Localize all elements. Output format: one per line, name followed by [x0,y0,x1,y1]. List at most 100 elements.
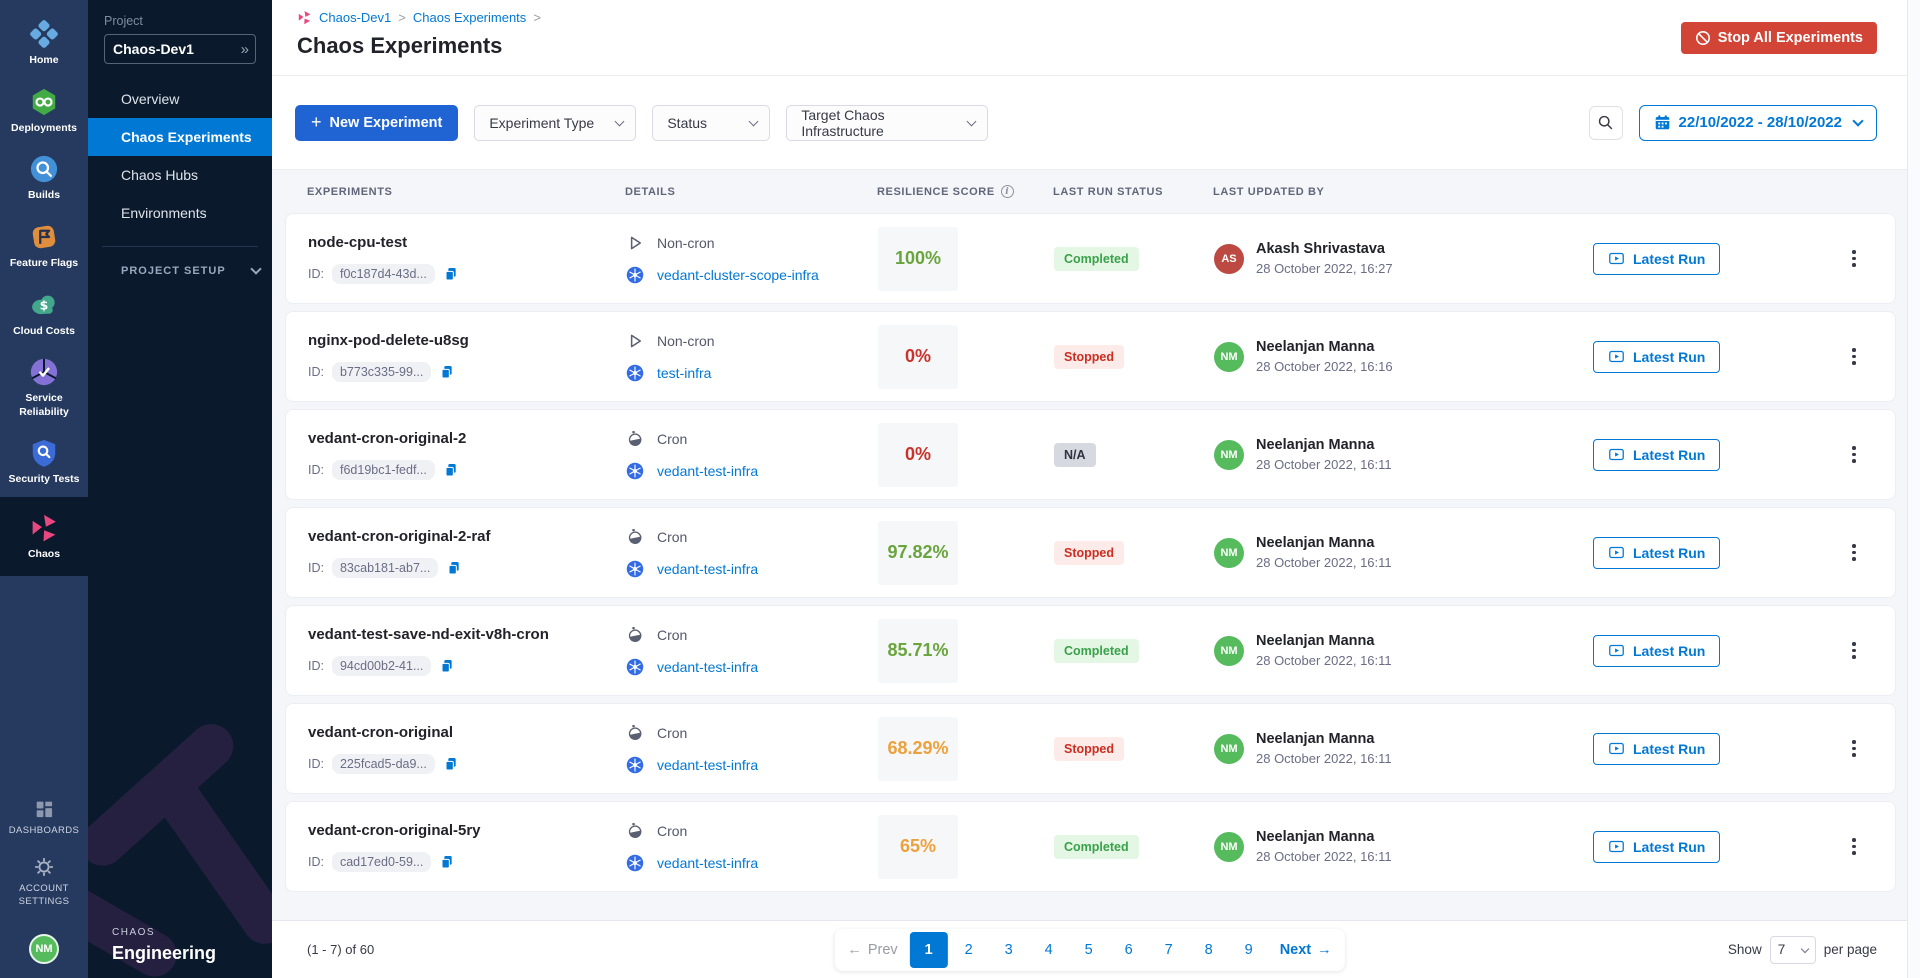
infrastructure: test-infra [626,364,878,382]
latest-run-button[interactable]: Latest Run [1593,243,1720,275]
page-button-2[interactable]: 2 [950,932,988,968]
status-filter[interactable]: Status [652,105,770,141]
schedule-icon [626,430,644,448]
updated-by-cell: NM Neelanjan Manna 28 October 2022, 16:1… [1214,437,1593,472]
copy-icon[interactable] [439,854,455,870]
stop-all-experiments-button[interactable]: Stop All Experiments [1681,22,1877,54]
updated-by-cell: NM Neelanjan Manna 28 October 2022, 16:1… [1214,731,1593,766]
schedule-label: Cron [657,823,687,839]
dashboards-icon [33,798,55,820]
infrastructure-link[interactable]: vedant-test-infra [657,757,758,773]
latest-run-button[interactable]: Latest Run [1593,831,1720,863]
breadcrumb-project[interactable]: Chaos-Dev1 [319,10,391,25]
user-name: Neelanjan Manna [1256,829,1392,845]
page-button-1[interactable]: 1 [910,932,948,968]
latest-run-button[interactable]: Latest Run [1593,635,1720,667]
action-cell: Latest Run [1593,243,1841,275]
column-resilience-score: RESILIENCE SCORE i [877,185,1053,198]
user-avatar[interactable]: NM [29,934,59,964]
kebab-menu[interactable] [1841,638,1867,664]
experiment-type-filter[interactable]: Experiment Type [474,105,636,141]
status-cell: Completed [1054,838,1214,856]
page-button-7[interactable]: 7 [1150,932,1188,968]
kebab-menu[interactable] [1841,834,1867,860]
scrollbar[interactable] [1907,0,1920,978]
infrastructure-link[interactable]: vedant-test-infra [657,561,758,577]
kubernetes-icon [626,560,644,578]
kebab-menu[interactable] [1841,344,1867,370]
experiment-cell: vedant-cron-original-2-raf ID: 83cab181-… [308,528,626,578]
kebab-menu[interactable] [1841,246,1867,272]
status-cell: Stopped [1054,740,1214,758]
status-badge: Completed [1054,639,1139,663]
copy-icon[interactable] [443,266,459,282]
copy-icon[interactable] [443,756,459,772]
nav-item-chaos-hubs[interactable]: Chaos Hubs [88,156,272,194]
sidebar-item-home[interactable]: Home [0,10,88,78]
experiment-cell: vedant-test-save-nd-exit-v8h-cron ID: 94… [308,626,626,676]
infrastructure-link[interactable]: vedant-test-infra [657,463,758,479]
experiment-name[interactable]: vedant-cron-original-2-raf [308,528,626,545]
sidebar-item-service-reliability[interactable]: Service Reliability [0,348,88,429]
kebab-menu[interactable] [1841,736,1867,762]
sidebar-item-cloud-costs[interactable]: $ Cloud Costs [0,281,88,349]
sidebar-item-feature-flags[interactable]: Feature Flags [0,213,88,281]
project-selector[interactable]: Chaos-Dev1 » [104,34,256,64]
experiment-name[interactable]: vedant-cron-original-2 [308,430,626,447]
latest-run-button[interactable]: Latest Run [1593,439,1720,471]
chevron-down-icon [250,263,261,274]
copy-icon[interactable] [446,560,462,576]
nav-item-chaos-experiments[interactable]: Chaos Experiments [88,118,272,156]
experiment-name[interactable]: node-cpu-test [308,234,626,251]
info-icon[interactable]: i [1001,185,1014,198]
page-size-select[interactable]: 7 [1770,936,1816,964]
sidebar-item-account-settings[interactable]: ACCOUNT SETTINGS [0,847,88,918]
nav-item-overview[interactable]: Overview [88,80,272,118]
sidebar-item-chaos[interactable]: Chaos [0,497,88,576]
sidebar-item-dashboards[interactable]: DASHBOARDS [0,789,88,847]
menu-cell [1841,442,1895,468]
page-button-4[interactable]: 4 [1030,932,1068,968]
project-setup-toggle[interactable]: PROJECT SETUP [88,247,272,277]
latest-run-button[interactable]: Latest Run [1593,537,1720,569]
latest-run-button[interactable]: Latest Run [1593,733,1720,765]
kebab-menu[interactable] [1841,442,1867,468]
new-experiment-button[interactable]: + New Experiment [295,105,458,141]
kebab-menu[interactable] [1841,540,1867,566]
infrastructure-link[interactable]: vedant-test-infra [657,659,758,675]
infrastructure-link[interactable]: vedant-cluster-scope-infra [657,267,819,283]
infrastructure-link[interactable]: vedant-test-infra [657,855,758,871]
page-button-6[interactable]: 6 [1110,932,1148,968]
page-button-5[interactable]: 5 [1070,932,1108,968]
experiment-name[interactable]: nginx-pod-delete-u8sg [308,332,626,349]
column-details: DETAILS [625,186,877,198]
prev-page-button[interactable]: ← Prev [837,932,907,968]
id-label: ID: [308,267,324,281]
copy-icon[interactable] [443,462,459,478]
updated-timestamp: 28 October 2022, 16:11 [1256,457,1392,472]
breadcrumb-chaos-experiments[interactable]: Chaos Experiments [413,10,526,25]
sidebar-bottom-section: DASHBOARDS ACCOUNT SETTINGS NM [0,789,88,978]
experiment-name[interactable]: vedant-test-save-nd-exit-v8h-cron [308,626,626,643]
page-button-8[interactable]: 8 [1190,932,1228,968]
schedule-type: Non-cron [626,234,878,252]
sidebar-item-deployments[interactable]: Deployments [0,78,88,146]
status-badge: N/A [1054,443,1096,467]
sidebar-item-builds[interactable]: Builds [0,145,88,213]
page-button-3[interactable]: 3 [990,932,1028,968]
infrastructure-link[interactable]: test-infra [657,365,711,381]
cloud-costs-icon: $ [29,290,59,320]
page-button-9[interactable]: 9 [1230,932,1268,968]
date-range-picker[interactable]: 22/10/2022 - 28/10/2022 [1639,105,1877,141]
avatar: NM [1214,538,1244,568]
target-infrastructure-filter[interactable]: Target Chaos Infrastructure [786,105,988,141]
copy-icon[interactable] [439,658,455,674]
sidebar-item-security-tests[interactable]: Security Tests [0,429,88,497]
experiment-name[interactable]: vedant-cron-original [308,724,626,741]
nav-item-environments[interactable]: Environments [88,194,272,232]
search-button[interactable] [1589,106,1623,140]
copy-icon[interactable] [439,364,455,380]
experiment-name[interactable]: vedant-cron-original-5ry [308,822,626,839]
next-page-button[interactable]: Next → [1270,932,1342,968]
latest-run-button[interactable]: Latest Run [1593,341,1720,373]
